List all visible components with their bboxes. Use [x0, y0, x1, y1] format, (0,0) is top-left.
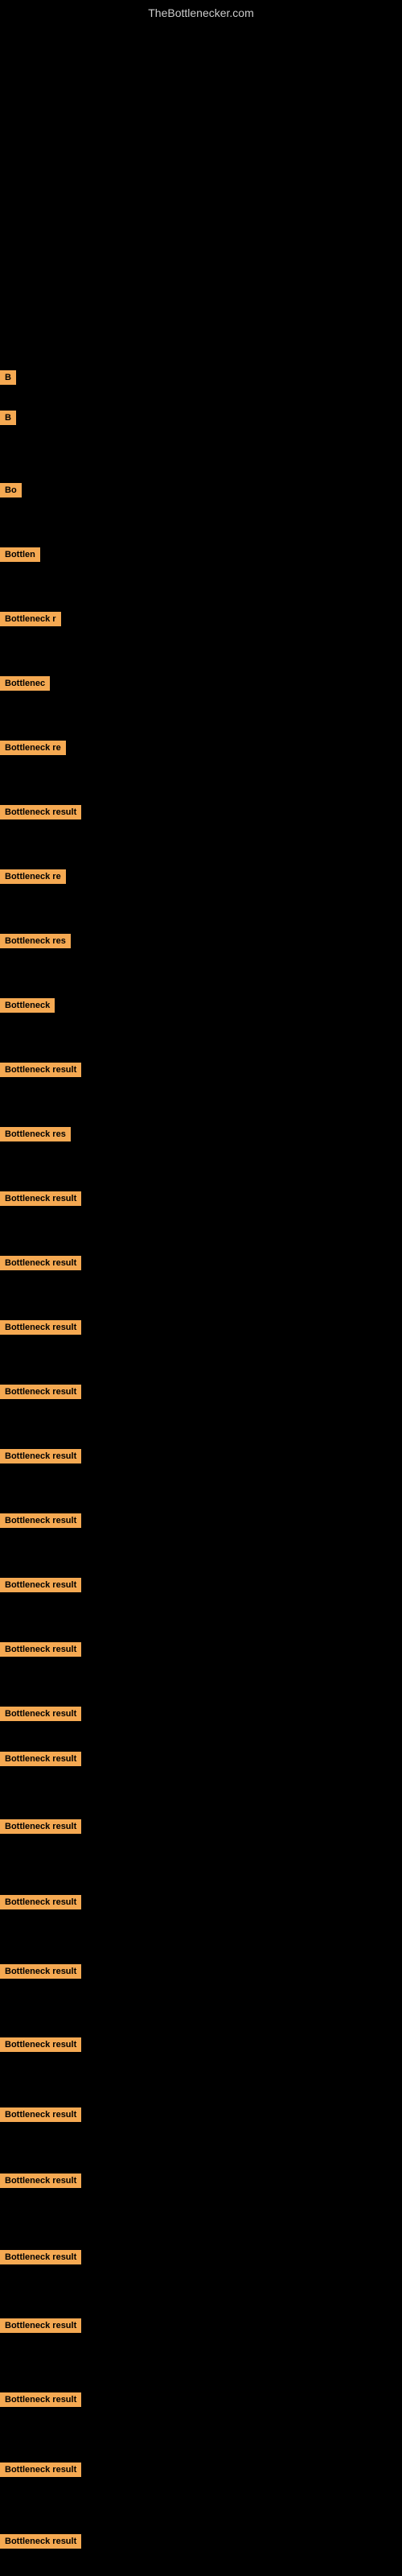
bottleneck-result-label: Bottleneck result — [0, 2107, 81, 2122]
bottleneck-result-label: Bottleneck result — [0, 2392, 81, 2407]
bottleneck-result-label: Bottleneck res — [0, 934, 71, 948]
bottleneck-result-label: Bottleneck result — [0, 2174, 81, 2188]
bottleneck-result-label: Bottleneck result — [0, 1191, 81, 1206]
bottleneck-result-label: Bottleneck result — [0, 1895, 81, 1909]
bottleneck-result-label: Bottleneck r — [0, 612, 61, 626]
bottleneck-result-label: Bottleneck result — [0, 1964, 81, 1979]
bottleneck-result-label: Bottleneck result — [0, 2037, 81, 2052]
bottleneck-result-label: Bottlen — [0, 547, 40, 562]
bottleneck-result-label: Bottleneck result — [0, 1578, 81, 1592]
bottleneck-result-label: Bottleneck result — [0, 1752, 81, 1766]
bottleneck-result-label: Bottleneck res — [0, 1127, 71, 1141]
bottleneck-result-label: Bottleneck result — [0, 1707, 81, 1721]
bottleneck-result-label: Bottleneck re — [0, 741, 66, 755]
bottleneck-result-label: Bottleneck — [0, 998, 55, 1013]
bottleneck-result-label: Bottleneck result — [0, 2462, 81, 2477]
bottleneck-result-label: Bottleneck result — [0, 1256, 81, 1270]
bottleneck-result-label: Bottleneck result — [0, 805, 81, 819]
bottleneck-result-label: Bottlenec — [0, 676, 50, 691]
site-title: TheBottlenecker.com — [0, 0, 402, 23]
bottleneck-result-label: B — [0, 411, 16, 425]
bottleneck-result-label: Bottleneck result — [0, 1385, 81, 1399]
bottleneck-result-label: Bottleneck re — [0, 869, 66, 884]
bottleneck-result-label: Bottleneck result — [0, 2318, 81, 2333]
bottleneck-result-label: Bottleneck result — [0, 1449, 81, 1463]
bottleneck-result-label: Bottleneck result — [0, 1063, 81, 1077]
bottleneck-result-label: Bottleneck result — [0, 1819, 81, 1834]
bottleneck-result-label: Bottleneck result — [0, 1320, 81, 1335]
bottleneck-result-label: Bottleneck result — [0, 2250, 81, 2264]
bottleneck-result-label: Bottleneck result — [0, 2534, 81, 2549]
bottleneck-result-label: Bottleneck result — [0, 1642, 81, 1657]
bottleneck-result-label: B — [0, 370, 16, 385]
bottleneck-result-label: Bo — [0, 483, 22, 497]
bottleneck-result-label: Bottleneck result — [0, 1513, 81, 1528]
